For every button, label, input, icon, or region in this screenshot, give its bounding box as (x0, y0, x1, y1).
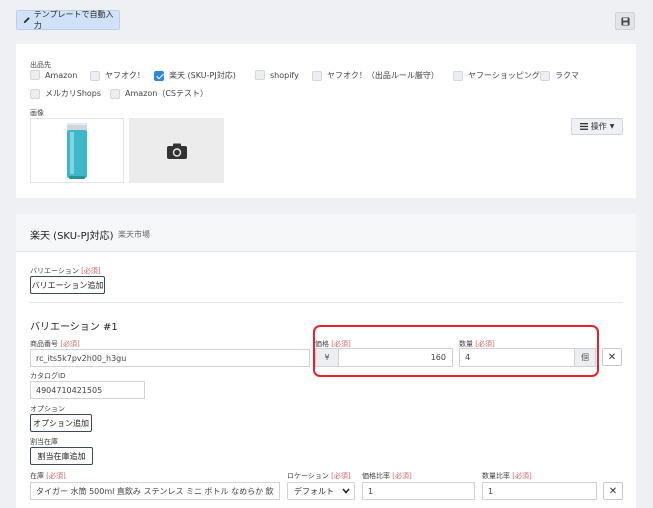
catalog-id-label: カタログID (30, 372, 66, 380)
save-button[interactable] (615, 12, 635, 30)
location-label: ロケーション [必須] (287, 472, 351, 480)
divider (29, 302, 623, 303)
quantity-ratio-label: 数量比率 [必須] (482, 472, 532, 480)
chevron-down-icon (342, 488, 350, 494)
marketplace-checkbox-rakuten[interactable]: 楽天 (SKU-PJ対応) (154, 70, 236, 81)
marketplace-checkbox-rakuma[interactable]: ラクマ (540, 70, 579, 81)
option-label: オプション (30, 405, 65, 413)
location-select-value: デフォルト (294, 486, 334, 496)
quantity-ratio-input[interactable]: 1 (482, 482, 597, 500)
marketplace-checkbox-yahuoku[interactable]: ヤフオク！ (90, 70, 145, 81)
remove-variation-button[interactable]: ✕ (602, 348, 622, 366)
add-option-button[interactable]: オプション追加 (30, 414, 92, 432)
variation-title: バリエーション #1 (30, 322, 118, 333)
marketplace-checkbox-amazon[interactable]: Amazon (30, 70, 77, 80)
marketplace-checkbox-yahuoku-strict[interactable]: ヤフオク！（出品ルール厳守） (312, 70, 439, 81)
product-image-thumbnail[interactable] (30, 118, 124, 183)
allocated-stock-label: 割当在庫 (30, 438, 58, 446)
caret-down-icon: ▼ (609, 123, 615, 130)
water-bottle-image (67, 123, 87, 179)
list-icon (579, 123, 588, 130)
stock-input[interactable]: タイガー 水筒 500ml 直飲み ステンレス ミニ ボトル なめらか 飲 (30, 482, 280, 500)
highlight-box (313, 325, 599, 377)
price-ratio-label: 価格比率 [必須] (362, 472, 412, 480)
rakuten-title: 楽天 (SKU-PJ対応) (30, 231, 114, 242)
marketplace-checkbox-shopify[interactable]: shopify (255, 70, 299, 80)
price-ratio-input[interactable]: 1 (362, 482, 475, 500)
marketplace-checkbox-mercari-shops[interactable]: メルカリShops (30, 88, 101, 99)
rakuten-subtitle: 楽天市場 (118, 230, 150, 239)
pencil-icon (23, 17, 30, 24)
add-allocated-stock-button[interactable]: 割当在庫追加 (30, 447, 93, 465)
location-select[interactable]: デフォルト (287, 482, 355, 500)
marketplace-checkbox-yahoo-shopping[interactable]: ヤフーショッピング (453, 70, 540, 81)
camera-icon (166, 143, 187, 159)
add-variation-button[interactable]: バリエーション追加 (30, 276, 105, 294)
operations-label: 操作 (590, 122, 607, 131)
remove-stock-button[interactable]: ✕ (603, 482, 623, 500)
template-autofill-label: テンプレートで自動入力 (33, 10, 114, 30)
close-icon: ✕ (608, 485, 618, 497)
marketplace-checkbox-amazon-cs-test[interactable]: Amazon（CSテスト） (110, 88, 208, 99)
template-autofill-button[interactable]: テンプレートで自動入力 (16, 10, 120, 30)
image-label: 画像 (30, 109, 44, 117)
floppy-disk-icon (620, 16, 630, 26)
close-icon: ✕ (607, 351, 617, 363)
catalog-id-input[interactable]: 4904710421505 (30, 381, 145, 399)
product-number-label: 商品番号 [必須] (30, 340, 80, 348)
add-image-button[interactable] (129, 118, 224, 183)
variation-label: バリエーション [必須] (30, 267, 101, 275)
destination-label: 出品先 (30, 61, 51, 69)
product-number-input[interactable]: rc_its5k7pv2h00_h3gu (30, 349, 310, 367)
operations-dropdown-button[interactable]: 操作 ▼ (571, 118, 623, 135)
stock-label: 在庫 [必須] (30, 472, 66, 480)
